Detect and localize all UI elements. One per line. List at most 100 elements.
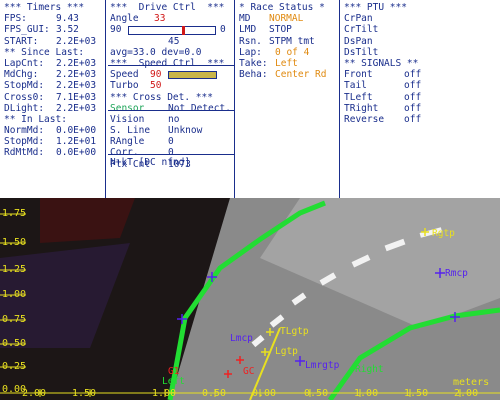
race-row-behavior: Beha: Center Rd [239, 69, 336, 80]
turbo-value: 50 [150, 80, 162, 92]
since-value: 2.2E+03 [56, 102, 97, 114]
signal-label: Tail [344, 80, 367, 92]
in-last-value: 0.0E+00 [56, 125, 97, 137]
signal-row: Front off [344, 69, 497, 80]
signal-value: off [404, 91, 422, 103]
speed-ctrl-header: *** Speed Ctrl *** [110, 57, 225, 69]
in-last-value: 1.2E+01 [56, 136, 97, 148]
in-last-row: RdMtMd: 0.0E+00 [4, 147, 102, 158]
angle-label: Angle [110, 13, 139, 25]
drive-control-panel: *** Drive Ctrl *** Angle 33 90 0 45 avg=… [106, 0, 235, 198]
ptu-item-crpan[interactable]: CrPan [344, 13, 497, 24]
cross-row: RAngle 0 [110, 136, 231, 147]
timers-header: *** Timers *** [4, 2, 85, 13]
since-row: LapCnt: 2.2E+03 [4, 58, 102, 69]
in-last-header: ** In Last: [4, 113, 67, 125]
divider [108, 110, 234, 111]
cross-label: RAngle [110, 136, 145, 148]
y-tick-label: 1.50 [2, 237, 27, 248]
speed-bar [168, 71, 217, 80]
x-tick-label: -1.50 [398, 387, 429, 399]
units-label: meters [453, 376, 490, 388]
race-value-behavior: Center Rd [275, 69, 327, 81]
angle-value: 33 [154, 13, 166, 25]
race-value-last-mode: STOP [269, 24, 292, 36]
y-tick-label: 0.25 [2, 361, 27, 372]
turbo-label: Turbo [110, 80, 139, 92]
timer-row: START: 2.2E+03 [4, 36, 102, 47]
since-row: Cross0: 7.1E+03 [4, 92, 102, 103]
timer-label: START: [4, 35, 39, 47]
in-last-label: NormMd: [4, 125, 45, 137]
since-value: 2.2E+03 [56, 69, 97, 81]
label-rmcp: Rmcp [445, 268, 468, 279]
race-value-mode: NORMAL [269, 13, 304, 25]
label-tlgtp: TLgtp [280, 326, 309, 337]
timer-row: FPS_GUI: 3.52 [4, 24, 102, 35]
y-tick-label: 0.50 [2, 338, 27, 349]
race-status-panel: * Race Status * MD NORMAL LMD STOP Rsn. STP… [235, 0, 340, 198]
nkt-text: N+kT [DC nfnd] [110, 157, 191, 168]
since-last-list: LapCnt: 2.2E+03 MdChg: 2.2E+03 StopMd: 2.2E… [4, 58, 102, 114]
race-status-header: * Race Status * [239, 2, 325, 13]
divider [108, 65, 234, 66]
timer-label: FPS_GUI: [4, 24, 50, 36]
x-tick-label: 1.00 [152, 387, 177, 399]
speed-label: Speed [110, 69, 139, 81]
race-row-lmd: LMD STOP [239, 24, 336, 35]
since-label: StopMd: [4, 80, 45, 92]
signal-row: TRight off [344, 103, 497, 114]
y-tick-label: 1.75 [2, 208, 27, 219]
ptu-item-dspan[interactable]: DsPan [344, 36, 497, 47]
angle-slider-row: 90 0 [110, 24, 231, 36]
x-tick-label: -0.50 [298, 387, 329, 399]
angle-row: Angle 33 [110, 13, 231, 24]
angle-slider-knob[interactable] [182, 26, 185, 36]
in-last-label: RdMtMd: [4, 147, 45, 159]
timer-value: 3.52 [56, 24, 79, 36]
slider-max-label: 0 [220, 24, 226, 36]
label-gc: GC [243, 366, 255, 377]
ptu-panel: *** PTU *** CrPan CrTilt DsPan DsTilt **… [340, 0, 500, 198]
signal-value: off [404, 113, 422, 125]
y-tick-label: 1.25 [2, 264, 27, 275]
timer-value: 9.43 [56, 13, 79, 25]
in-last-row: NormMd: 0.0E+00 [4, 125, 102, 136]
race-label: Beha: [239, 69, 268, 81]
timer-row: FPS: 9.43 [4, 13, 102, 24]
avg-dev-text: avg=33.0 dev=0.0 [110, 46, 202, 58]
cross-label: Sensor [110, 102, 145, 114]
x-tick-label: 1.50 [72, 387, 97, 399]
ptu-header: *** PTU *** [344, 2, 407, 13]
signal-value: off [404, 80, 422, 92]
signal-label: Reverse [344, 113, 385, 125]
y-tick-label: 1.00 [2, 289, 27, 300]
timers-panel: *** Timers *** FPS: 9.43 FPS_GUI: 3.52 STA… [0, 0, 106, 198]
x-tick-label: -1.00 [348, 387, 379, 399]
y-tick-label: 0.75 [2, 314, 27, 325]
signal-row: Tail off [344, 80, 497, 91]
since-label: MdChg: [4, 69, 39, 81]
in-last-value: 0.0E+00 [56, 147, 97, 159]
timer-label: FPS: [4, 13, 27, 25]
x-tick-label: 2.00 [22, 387, 47, 399]
race-row-take: Take: Left [239, 58, 336, 69]
ptu-item-crtilt[interactable]: CrTilt [344, 24, 497, 35]
since-row: DLight: 2.2E+03 [4, 103, 102, 114]
race-label: Lap: [239, 46, 262, 58]
angle-slider[interactable] [128, 26, 216, 36]
cross-value: Not Detect. [168, 102, 231, 114]
x-tick-label: 0.50 [202, 387, 227, 399]
since-last-header: ** Since Last: [4, 46, 85, 58]
x-tick-label: 0.00 [252, 387, 277, 399]
cross-value: no [168, 113, 180, 125]
since-value: 2.2E+03 [56, 57, 97, 69]
in-last-list: NormMd: 0.0E+00 StopMd: 1.2E+01 RdMtMd: 0.0… [4, 125, 102, 159]
timer-value: 2.2E+03 [56, 35, 97, 47]
race-label: Take: [239, 57, 268, 69]
label-right: Right [355, 364, 384, 375]
signal-row: Reverse off [344, 114, 497, 125]
label-left: Left [162, 376, 185, 387]
race-value-lap: 0 of 4 [275, 46, 310, 58]
ptu-item-dstilt[interactable]: DsTilt [344, 47, 497, 58]
